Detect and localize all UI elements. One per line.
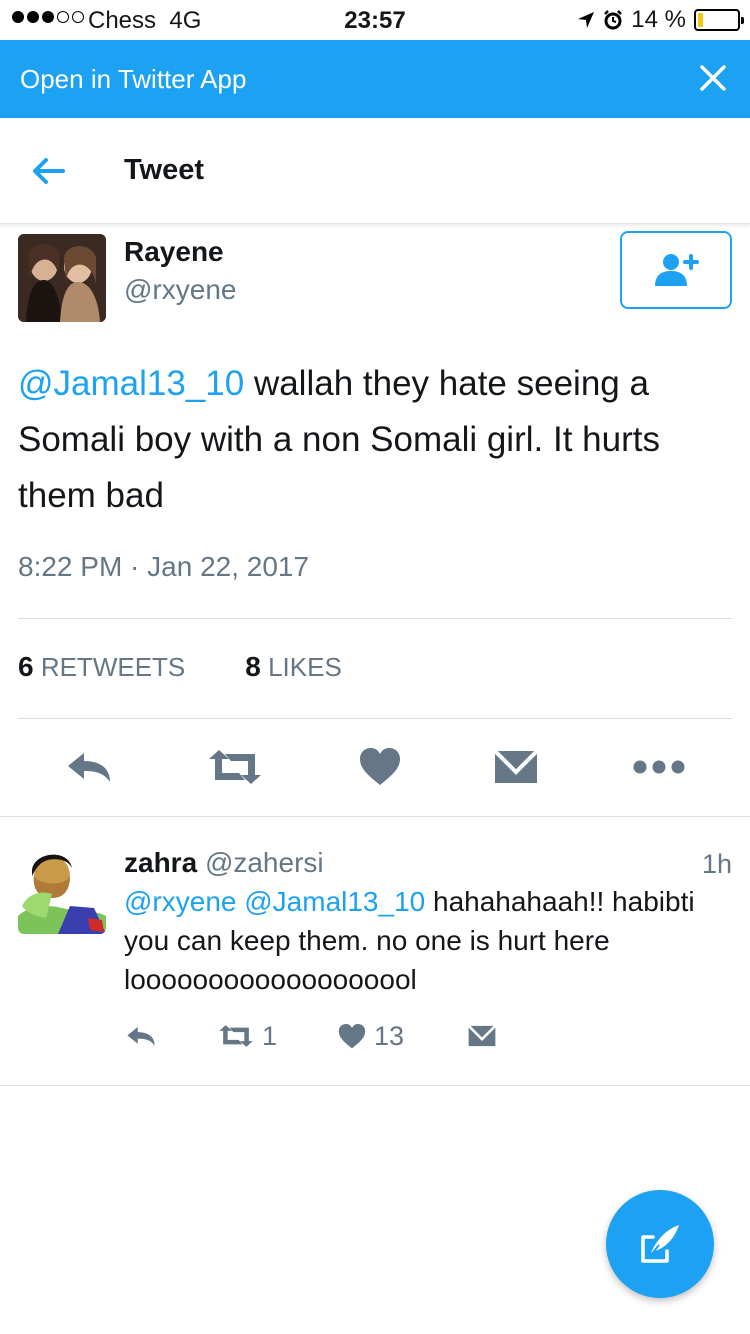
retweet-icon <box>209 750 261 784</box>
retweets-stat[interactable]: 6 RETWEETS <box>18 651 185 683</box>
reply-dm-button[interactable] <box>468 1018 496 1054</box>
reply-age: 1h <box>701 849 732 879</box>
battery-icon <box>694 9 744 31</box>
envelope-icon <box>494 750 538 783</box>
reply-avatar-image <box>18 846 106 934</box>
reply-retweet-button[interactable]: 1 <box>218 1018 277 1054</box>
reply-reply-button[interactable] <box>126 1018 156 1054</box>
reply-retweet-count: 1 <box>262 1020 278 1051</box>
heart-icon <box>360 748 400 785</box>
reply-like-count: 13 <box>374 1020 405 1051</box>
page-title: Tweet <box>124 154 205 186</box>
tweet-text: @Jamal13_10 wallah they hate seeing a So… <box>18 356 732 524</box>
tweet-mention-link[interactable]: @Jamal13_10 <box>18 364 244 403</box>
follow-button[interactable] <box>620 231 732 309</box>
compose-feather-icon <box>641 1225 679 1263</box>
battery-percent: 14 % <box>631 6 686 33</box>
tweet-timestamp: 8:22 PM · Jan 22, 2017 <box>18 551 310 582</box>
author-display-name[interactable]: Rayene <box>124 236 224 268</box>
divider <box>18 618 732 619</box>
more-options-button[interactable] <box>632 745 686 789</box>
envelope-icon <box>468 1025 496 1047</box>
status-bar: Chess 4G 23:57 14 % <box>0 0 750 40</box>
open-in-app-label[interactable]: Open in Twitter App <box>20 64 246 95</box>
divider <box>0 1085 750 1086</box>
reply-icon <box>68 753 110 782</box>
reply-button[interactable] <box>64 745 114 789</box>
status-right: 14 % <box>577 6 744 34</box>
reply-mentions[interactable]: @rxyene @Jamal13_10 <box>124 886 425 917</box>
location-arrow-icon <box>578 12 595 28</box>
alarm-icon <box>604 10 623 30</box>
compose-tweet-button[interactable] <box>606 1190 714 1298</box>
reply-author-line[interactable]: zahra @zahersi <box>124 847 324 879</box>
back-arrow-icon[interactable] <box>30 156 66 186</box>
retweet-button[interactable] <box>206 745 264 789</box>
divider <box>18 718 732 719</box>
reply-author-avatar[interactable] <box>18 846 106 934</box>
heart-icon <box>338 1023 366 1048</box>
author-handle[interactable]: @rxyene <box>124 274 236 306</box>
tweet-stats: 6 RETWEETS 8 LIKES <box>18 651 342 683</box>
divider <box>0 816 750 817</box>
add-user-icon <box>655 254 699 286</box>
reply-action-bar: 1 13 <box>124 1018 544 1054</box>
retweets-count: 6 <box>18 651 34 682</box>
likes-count: 8 <box>245 651 261 682</box>
tweet-action-bar <box>0 745 750 789</box>
tweet-header: Tweet <box>0 118 750 224</box>
reply-like-button[interactable]: 13 <box>338 1018 404 1054</box>
retweets-label: RETWEETS <box>40 652 186 682</box>
battery-level-fill <box>698 13 703 27</box>
like-button[interactable] <box>356 745 404 789</box>
author-avatar-image <box>18 234 106 322</box>
reply-icon <box>127 1026 155 1046</box>
likes-label: LIKES <box>268 652 342 682</box>
likes-stat[interactable]: 8 LIKES <box>245 651 342 683</box>
reply-author-handle[interactable]: @zahersi <box>205 847 324 878</box>
reply-author-name[interactable]: zahra <box>124 847 197 878</box>
close-icon[interactable] <box>698 63 728 93</box>
direct-message-button[interactable] <box>492 745 540 789</box>
reply-text: @rxyene @Jamal13_10 hahahahaah!! habibti… <box>124 882 734 999</box>
open-in-app-banner[interactable]: Open in Twitter App <box>0 40 750 118</box>
more-dots-icon <box>633 760 685 774</box>
retweet-icon <box>219 1025 253 1047</box>
author-avatar[interactable] <box>18 234 106 322</box>
